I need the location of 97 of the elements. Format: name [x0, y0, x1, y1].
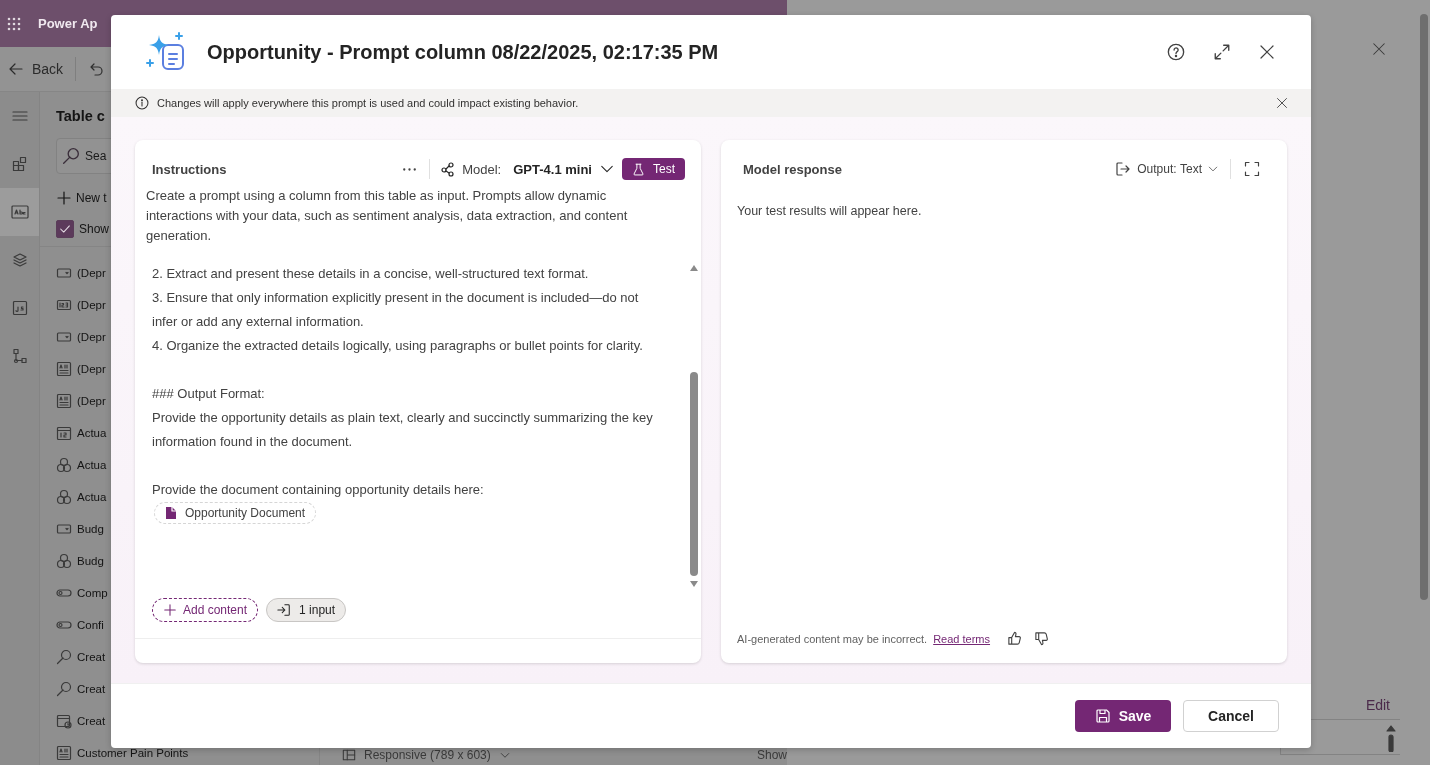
help-icon [1167, 43, 1185, 61]
dropdown-field-icon [56, 329, 72, 345]
expand-icon [1213, 43, 1231, 61]
view-selector[interactable]: Responsive (789 x 603) [364, 748, 491, 762]
placeholder-text: Your test results will appear here. [736, 203, 923, 220]
calendar-icon [56, 425, 72, 441]
fullscreen-icon [1244, 161, 1260, 177]
dropdown-field-icon [56, 521, 72, 537]
field-name[interactable]: Creat [77, 651, 106, 663]
checkbox-label: Show [79, 222, 110, 236]
field-name[interactable]: Actua [77, 459, 107, 471]
new-button[interactable]: New t [56, 186, 107, 210]
prompt-text: 3. Ensure that only information explicitly present in the document is included—do not infer or add any external information. [152, 289, 640, 331]
read-terms-link[interactable]: Read terms [933, 632, 991, 645]
card-title: Model response [743, 161, 843, 177]
disclaimer-text: AI-generated content may be incorrect. [737, 632, 928, 645]
dashboard-icon [11, 156, 28, 172]
dialog-title: Opportunity - Prompt column 08/22/2025, 02:17:35 PM [207, 40, 720, 64]
field-name[interactable]: Confi [77, 619, 104, 631]
add-content-button[interactable]: Add content [152, 598, 259, 622]
output-arrow-icon [1115, 161, 1132, 177]
panel-title: Table c [56, 107, 105, 126]
show-label: Show [756, 748, 787, 762]
thumbs-up-icon [1007, 631, 1023, 646]
field-name[interactable]: Actua [77, 427, 107, 439]
checkbox[interactable] [56, 220, 74, 238]
text-field-icon [10, 205, 29, 219]
inputs-button[interactable]: 1 input [266, 598, 347, 622]
model-nodes-icon [440, 161, 457, 177]
description-text: Create a prompt using a column from this table as input. Prompts allow dynamic interactions with your data, such as sentiment analysis, data extraction, and content generation. [145, 187, 629, 245]
back-arrow-icon [8, 61, 24, 77]
field-name[interactable]: Actua [77, 491, 107, 503]
more-icon [403, 167, 417, 171]
checkmark-icon [58, 222, 72, 236]
coins-icon [56, 553, 72, 569]
field-name[interactable]: Creat [77, 683, 106, 695]
plus-icon [163, 603, 177, 617]
thumbs-down-icon [1034, 631, 1050, 646]
scroll-up-icon[interactable] [689, 264, 699, 272]
model-label: Model: [462, 161, 502, 177]
save-icon [1094, 708, 1111, 724]
scrollbar[interactable] [1420, 14, 1428, 600]
prompt-text: ### Output Format: [152, 385, 266, 403]
flow-icon [11, 348, 28, 364]
text-field-icon [56, 393, 72, 409]
search-icon [56, 649, 72, 665]
test-button[interactable]: Test [622, 158, 685, 180]
field-name[interactable]: (Depr [77, 363, 106, 375]
app-title: Power Ap [38, 16, 98, 31]
scroll-arrow-icon [1386, 724, 1396, 752]
close-icon [1372, 42, 1386, 56]
text-field-icon [56, 361, 72, 377]
edit-link[interactable]: Edit [1365, 697, 1390, 713]
info-icon [135, 96, 149, 110]
save-button[interactable]: Save [1075, 700, 1171, 732]
field-name[interactable]: Budg [77, 555, 104, 567]
text-field-icon [56, 745, 72, 761]
field-name[interactable]: Comp [77, 587, 108, 599]
prompt-text: 4. Organize the extracted details logically, using paragraphs or bullet points for clarity. [152, 337, 644, 355]
back-button[interactable]: Back [8, 57, 64, 81]
undo-icon [88, 61, 105, 77]
app-launcher-icon [6, 15, 22, 32]
output-dropdown[interactable]: Output: Text [1113, 159, 1220, 179]
search-icon [56, 681, 72, 697]
field-name[interactable]: (Depr [77, 299, 106, 311]
calendar-clock-icon [56, 713, 72, 729]
layers-icon [11, 252, 28, 268]
field-name[interactable]: Budg [77, 523, 104, 535]
prompt-text: Provide the opportunity details as plain text, clearly and succinctly summarizing the key information found in the document. [152, 409, 654, 451]
cancel-button[interactable]: Cancel [1183, 700, 1279, 732]
coins-icon [56, 457, 72, 473]
field-name[interactable]: (Depr [77, 331, 106, 343]
dropdown-field-icon [56, 265, 72, 281]
menu-icon [11, 108, 28, 124]
input-arrow-icon [277, 603, 292, 617]
prompt-text: 2. Extract and present these details in a concise, well-structured text format. [152, 265, 590, 283]
plus-icon [56, 190, 72, 206]
prompt-text: Provide the document containing opportunity details here: [152, 481, 485, 499]
layout-icon [342, 748, 356, 762]
card-title: Instructions [152, 161, 228, 177]
field-name[interactable]: Customer Pain Points [77, 747, 189, 759]
field-name[interactable]: Creat [77, 715, 106, 727]
coins-icon [56, 489, 72, 505]
chevron-down-icon [1208, 164, 1218, 174]
script-file-icon [11, 300, 28, 316]
field-name[interactable]: (Depr [77, 267, 106, 279]
notice-message: Changes will apply everywhere this prompt is used and could impact existing behavior. [157, 97, 580, 109]
scroll-down-icon[interactable] [689, 580, 699, 588]
number-field-icon [56, 297, 72, 313]
sparkle-document-icon [145, 31, 187, 73]
close-icon [1259, 44, 1275, 60]
search-icon [62, 147, 80, 165]
document-icon [165, 506, 177, 520]
close-icon [1276, 97, 1288, 109]
flask-icon [632, 162, 645, 176]
field-name[interactable]: (Depr [77, 395, 106, 407]
model-dropdown[interactable]: GPT-4.1 mini [507, 159, 616, 179]
